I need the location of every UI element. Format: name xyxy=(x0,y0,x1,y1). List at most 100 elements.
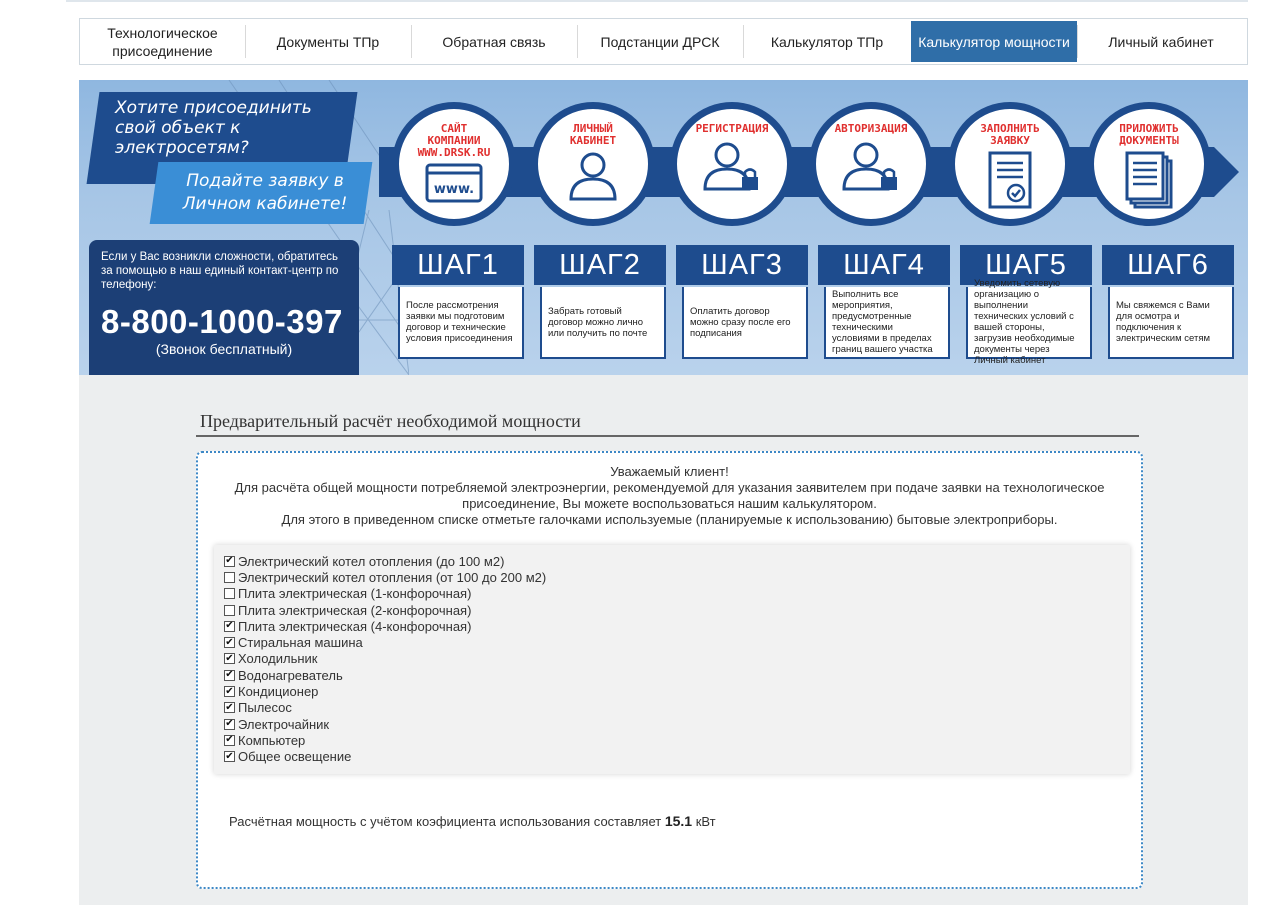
checkbox-checked[interactable]: ✔ xyxy=(224,751,235,763)
step-circle-label: ЗАПОЛНИТЬ ЗАЯВКУ xyxy=(980,122,1040,147)
title-divider xyxy=(196,435,1139,437)
checkbox-checked[interactable]: ✔ xyxy=(224,702,235,714)
contact-phone: 8-800-1000-397 xyxy=(101,303,343,340)
checkbox-checked[interactable]: ✔ xyxy=(224,686,235,698)
step-circle-attach-documents: ПРИЛОЖИТЬ ДОКУМЕНТЫ xyxy=(1087,102,1211,226)
intro-greeting: Уважаемый клиент! xyxy=(610,464,729,479)
step-description: Уведомить сетевую организацию о выполнен… xyxy=(966,278,1092,366)
step-box-5: ШАГ5 Уведомить сетевую организацию о вып… xyxy=(960,245,1092,366)
appliance-label: Электрочайник xyxy=(238,716,330,732)
nav-item-label: Документы ТПр xyxy=(276,33,380,50)
checkbox-unchecked[interactable] xyxy=(224,604,235,616)
checkbox-checked[interactable]: ✔ xyxy=(224,653,235,665)
nav-item-label: Подстанции ДРСК xyxy=(600,33,720,50)
appliance-item[interactable]: Электрический котел отопления (от 100 до… xyxy=(224,569,1120,585)
step-circle-label: САЙТ КОМПАНИИ WWW.DRSK.RU xyxy=(417,122,491,159)
checkbox-unchecked[interactable] xyxy=(224,588,235,600)
appliance-label: Кондиционер xyxy=(238,684,319,700)
step-circle-registration: РЕГИСТРАЦИЯ xyxy=(670,102,794,226)
user-lock-icon xyxy=(842,142,897,191)
appliance-label: Холодильник xyxy=(238,651,318,667)
user-icon xyxy=(569,152,617,201)
contact-help-text: Если у Вас возникли сложности, обратитес… xyxy=(101,251,339,291)
checkbox-checked[interactable]: ✔ xyxy=(224,669,235,681)
appliance-label: Электрический котел отопления (до 100 м2… xyxy=(238,553,505,569)
nav-item-documents[interactable]: Документы ТПр xyxy=(245,21,411,62)
appliance-item[interactable]: Плита электрическая (1-конфорочная) xyxy=(224,586,1120,602)
step-circle-label: АВТОРИЗАЦИЯ xyxy=(834,122,908,135)
step-circle-label: ПРИЛОЖИТЬ ДОКУМЕНТЫ xyxy=(1119,122,1179,147)
nav-item-tech-connection[interactable]: Технологическое присоединение xyxy=(80,21,245,62)
appliance-item[interactable]: ✔ Электрочайник xyxy=(224,716,1120,732)
nav-item-power-calculator[interactable]: Калькулятор мощности xyxy=(911,21,1077,62)
step-title: ШАГ2 xyxy=(534,245,666,285)
page-title: Предварительный расчёт необходимой мощно… xyxy=(200,411,581,431)
step-box-1: ШАГ1 После рассмотрения заявки мы подгот… xyxy=(392,245,524,361)
step-title: ШАГ6 xyxy=(1102,245,1234,285)
result-prefix: Расчётная мощность с учётом коэфициента … xyxy=(229,814,662,829)
intro-instruction: Для этого в приведенном списке отметьте … xyxy=(281,512,1058,527)
result-value: 15.1 xyxy=(664,813,693,829)
step-circle-label: ЛИЧНЫЙ КАБИНЕТ xyxy=(569,122,617,147)
checkbox-checked[interactable]: ✔ xyxy=(224,637,235,649)
nav-item-label: Калькулятор ТПр xyxy=(770,33,884,50)
power-calculator-panel: Уважаемый клиент! Для расчёта общей мощн… xyxy=(196,451,1143,889)
step-circle-website: САЙТ КОМПАНИИ WWW.DRSK.RU www. xyxy=(392,102,516,226)
appliance-label: Плита электрическая (4-конфорочная) xyxy=(238,618,472,634)
appliance-label: Стиральная машина xyxy=(238,635,363,651)
step-description: Оплатить договор можно сразу после его п… xyxy=(682,287,808,359)
appliance-item[interactable]: ✔ Компьютер xyxy=(224,732,1120,748)
step-circle-account: ЛИЧНЫЙ КАБИНЕТ xyxy=(531,102,655,226)
nav-item-personal-account[interactable]: Личный кабинет xyxy=(1077,21,1245,62)
appliance-item[interactable]: ✔ Стиральная машина xyxy=(224,634,1120,650)
browser-window-icon: www. xyxy=(425,163,483,203)
appliance-list: ✔ Электрический котел отопления (до 100 м… xyxy=(214,545,1130,774)
step-circle-fill-application: ЗАПОЛНИТЬ ЗАЯВКУ xyxy=(948,102,1072,226)
step-box-2: ШАГ2 Забрать готовый договор можно лично… xyxy=(534,245,666,361)
nav-item-label: Технологическое присоединение xyxy=(107,24,218,59)
appliance-item[interactable]: ✔ Электрический котел отопления (до 100 м… xyxy=(224,553,1120,569)
appliance-label: Плита электрическая (2-конфорочная) xyxy=(238,602,472,618)
calculation-result: Расчётная мощность с учётом коэфициента … xyxy=(229,813,716,829)
step-circle-label: РЕГИСТРАЦИЯ xyxy=(695,122,769,135)
appliance-item[interactable]: ✔ Кондиционер xyxy=(224,683,1120,699)
appliance-item[interactable]: ✔ Холодильник xyxy=(224,651,1120,667)
promo-question: Хотите присоединить свой объект к электр… xyxy=(115,98,312,158)
checkbox-unchecked[interactable] xyxy=(224,571,235,583)
form-check-icon xyxy=(988,151,1032,209)
appliance-label: Электрический котел отопления (от 100 до… xyxy=(238,569,547,585)
step-description: После рассмотрения заявки мы подготовим … xyxy=(398,287,524,359)
appliance-label: Пылесос xyxy=(238,700,292,716)
appliance-item[interactable]: ✔ Водонагреватель xyxy=(224,667,1120,683)
appliance-item[interactable]: ✔ Общее освещение xyxy=(224,749,1120,765)
nav-item-feedback[interactable]: Обратная связь xyxy=(411,21,577,62)
checkbox-checked[interactable]: ✔ xyxy=(224,555,235,567)
documents-icon xyxy=(1125,151,1173,209)
step-title: ШАГ4 xyxy=(818,245,950,285)
intro-text: Для расчёта общей мощности потребляемой … xyxy=(234,480,1105,511)
checkbox-checked[interactable]: ✔ xyxy=(224,718,235,730)
nav-item-tp-calculator[interactable]: Калькулятор ТПр xyxy=(743,21,911,62)
nav-item-label: Личный кабинет xyxy=(1108,33,1214,50)
appliance-item[interactable]: Плита электрическая (2-конфорочная) xyxy=(224,602,1120,618)
nav-item-substations[interactable]: Подстанции ДРСК xyxy=(577,21,743,62)
appliance-item[interactable]: ✔ Плита электрическая (4-конфорочная) xyxy=(224,618,1120,634)
appliance-item[interactable]: ✔ Пылесос xyxy=(224,700,1120,716)
contact-center-box: Если у Вас возникли сложности, обратитес… xyxy=(89,240,359,375)
appliance-label: Компьютер xyxy=(238,732,306,748)
checkbox-checked[interactable]: ✔ xyxy=(224,734,235,746)
calculator-intro: Уважаемый клиент! Для расчёта общей мощн… xyxy=(198,464,1141,528)
top-divider xyxy=(66,0,1248,2)
step-description: Выполнить все мероприятия, предусмотренн… xyxy=(824,287,950,359)
nav-item-label: Обратная связь xyxy=(442,33,546,50)
user-lock-icon xyxy=(703,142,758,191)
appliance-label: Общее освещение xyxy=(238,749,352,765)
result-unit: кВт xyxy=(695,814,716,829)
step-title: ШАГ3 xyxy=(676,245,808,285)
checkbox-checked[interactable]: ✔ xyxy=(224,620,235,632)
promo-action: Подайте заявку в Личном кабинете! xyxy=(182,171,348,214)
nav-item-label: Калькулятор мощности xyxy=(918,33,1070,50)
connection-steps-banner[interactable]: Хотите присоединить свой объект к электр… xyxy=(79,80,1248,375)
contact-phone-note: (Звонок бесплатный) xyxy=(155,341,293,357)
step-description: Мы свяжемся с Вами для осмотра и подключ… xyxy=(1108,287,1234,359)
